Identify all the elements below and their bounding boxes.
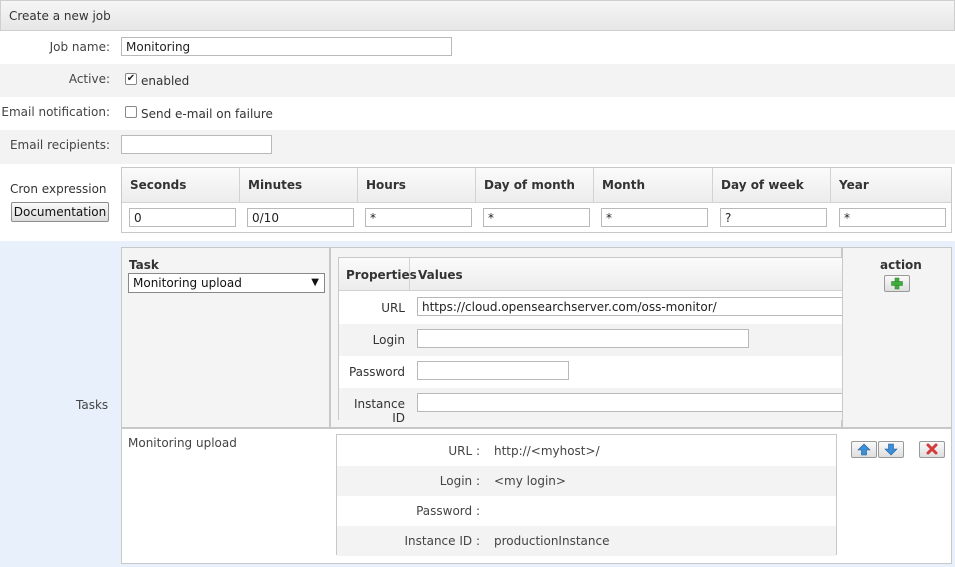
email-recipients-input[interactable] bbox=[121, 135, 272, 154]
property-password-input[interactable] bbox=[417, 361, 569, 380]
cron-day-of-month-input[interactable] bbox=[483, 208, 590, 227]
cron-header-hours: Hours bbox=[358, 168, 476, 203]
property-row-password: Password bbox=[339, 356, 842, 388]
properties-header: Properties bbox=[346, 268, 417, 282]
task-header: Task bbox=[129, 258, 159, 272]
cron-header-row: Seconds Minutes Hours Day of month Month… bbox=[122, 168, 951, 203]
panel-header: Create a new job bbox=[0, 0, 955, 31]
cron-header-minutes: Minutes bbox=[240, 168, 358, 203]
property-login-label: Login bbox=[372, 333, 405, 347]
job-name-row: Job name: bbox=[0, 31, 955, 64]
summary-login-value: <my login> bbox=[494, 474, 566, 488]
values-header: Values bbox=[418, 268, 463, 282]
cron-header-day-of-month: Day of month bbox=[476, 168, 594, 203]
property-row-url: URL bbox=[339, 292, 844, 324]
panel-title: Create a new job bbox=[9, 9, 111, 23]
email-recipients-row: Email recipients: bbox=[0, 130, 955, 164]
cron-header-day-of-week: Day of week bbox=[713, 168, 831, 203]
documentation-button[interactable]: Documentation bbox=[11, 202, 109, 222]
arrow-up-icon bbox=[857, 443, 871, 456]
cron-header-month: Month bbox=[594, 168, 713, 203]
caret-down-icon: ▼ bbox=[311, 277, 319, 288]
active-checkbox-label: enabled bbox=[141, 74, 190, 88]
plus-icon bbox=[891, 277, 903, 290]
task-select-value: Monitoring upload bbox=[133, 276, 242, 290]
arrow-down-icon bbox=[884, 443, 898, 456]
cron-table: Seconds Minutes Hours Day of month Month… bbox=[121, 167, 952, 233]
cron-header-seconds: Seconds bbox=[122, 168, 240, 203]
property-instance-id-input[interactable] bbox=[417, 393, 844, 412]
cron-year-input[interactable] bbox=[839, 208, 946, 227]
property-url-label: URL bbox=[381, 301, 405, 315]
summary-password-label: Password : bbox=[416, 504, 480, 518]
properties-header-row: Properties Values bbox=[339, 258, 842, 291]
summary-row-password: Password : bbox=[337, 496, 836, 526]
cron-minutes-input[interactable] bbox=[247, 208, 354, 227]
properties-table: Properties Values URL Login Password Ins… bbox=[338, 257, 844, 425]
action-header: action bbox=[880, 258, 922, 272]
existing-task-properties: URL : http://<myhost>/ Login : <my login… bbox=[336, 434, 837, 556]
job-name-input[interactable] bbox=[121, 37, 452, 56]
email-notification-checkbox[interactable] bbox=[125, 106, 137, 118]
delete-task-button[interactable] bbox=[919, 441, 945, 458]
email-recipients-label: Email recipients: bbox=[9, 138, 110, 152]
cron-day-of-week-input[interactable] bbox=[720, 208, 827, 227]
cron-header-year: Year bbox=[839, 178, 869, 192]
summary-url-value: http://<myhost>/ bbox=[494, 444, 600, 458]
tasks-label: Tasks bbox=[76, 398, 109, 412]
existing-task-name: Monitoring upload bbox=[128, 436, 237, 450]
active-label: Active: bbox=[68, 72, 110, 86]
property-row-instance-id: Instance ID bbox=[339, 388, 844, 425]
property-login-input[interactable] bbox=[417, 329, 749, 348]
email-notification-row: Email notification: Send e-mail on failu… bbox=[0, 97, 955, 130]
summary-url-label: URL : bbox=[448, 444, 480, 458]
summary-row-login: Login : <my login> bbox=[337, 466, 836, 496]
move-down-button[interactable] bbox=[878, 441, 904, 458]
cron-month-input[interactable] bbox=[601, 208, 708, 227]
cron-hours-input[interactable] bbox=[365, 208, 472, 227]
email-notification-checkbox-label: Send e-mail on failure bbox=[141, 107, 273, 121]
property-password-label: Password bbox=[348, 365, 405, 379]
property-instance-id-label: Instance ID bbox=[353, 397, 405, 425]
active-row: Active: ✔ enabled bbox=[0, 64, 955, 97]
property-url-input[interactable] bbox=[417, 297, 844, 316]
summary-instance-id-label: Instance ID : bbox=[404, 534, 481, 548]
close-icon bbox=[926, 443, 938, 455]
add-task-button[interactable] bbox=[884, 275, 910, 292]
summary-row-url: URL : http://<myhost>/ bbox=[337, 436, 836, 466]
cron-seconds-input[interactable] bbox=[129, 208, 236, 227]
active-checkbox[interactable]: ✔ bbox=[125, 73, 137, 85]
move-up-button[interactable] bbox=[851, 441, 877, 458]
summary-row-instance-id: Instance ID : productionInstance bbox=[337, 526, 836, 556]
email-notification-label: Email notification: bbox=[1, 105, 110, 119]
job-name-label: Job name: bbox=[49, 40, 110, 54]
cron-expression-label: Cron expression bbox=[10, 182, 107, 196]
property-row-login: Login bbox=[339, 324, 842, 356]
summary-login-label: Login : bbox=[439, 474, 480, 488]
summary-instance-id-value: productionInstance bbox=[494, 534, 610, 548]
task-select[interactable]: Monitoring upload ▼ bbox=[128, 273, 325, 293]
header-divider bbox=[409, 258, 410, 291]
